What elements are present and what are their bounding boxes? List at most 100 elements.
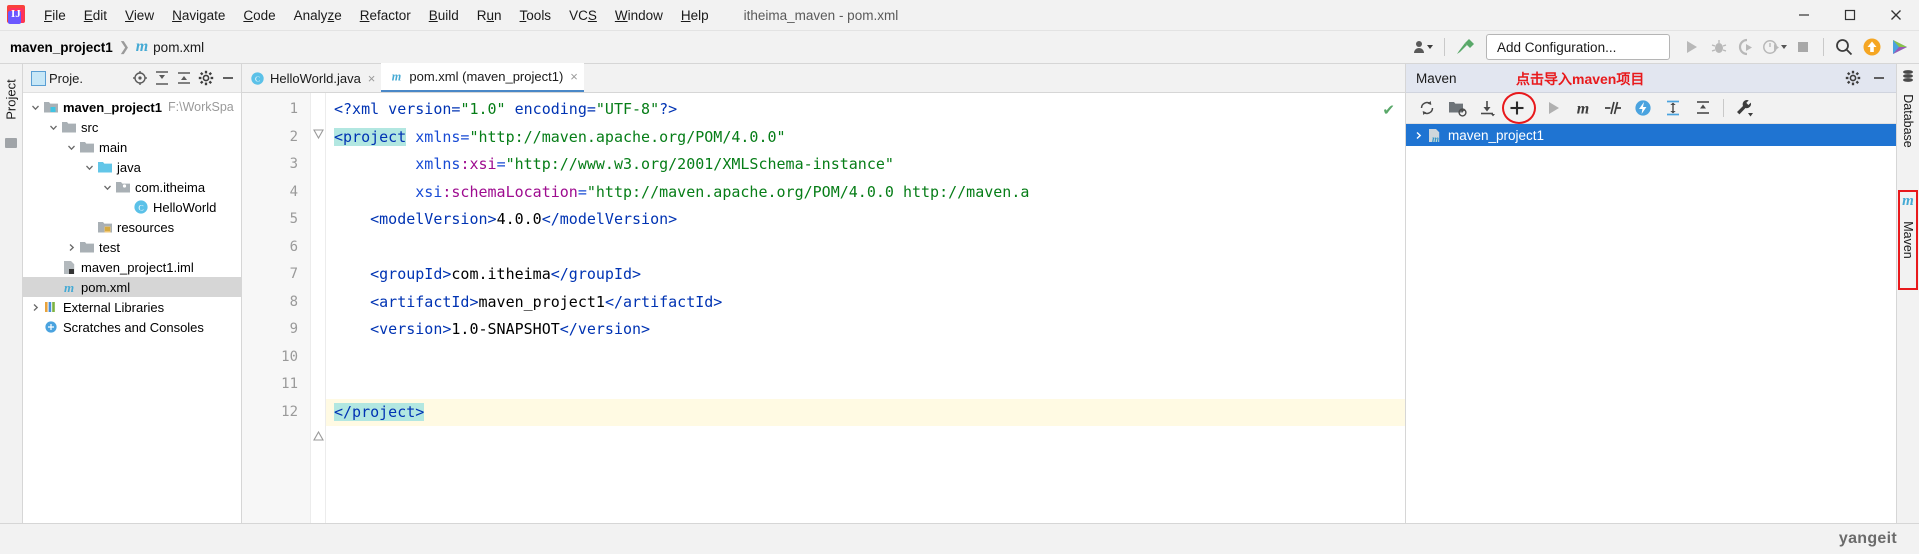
menu-refactor[interactable]: Refactor — [351, 4, 420, 27]
toolbar-actions: Add Configuration... — [1411, 31, 1919, 63]
menu-analyze[interactable]: Analyze — [285, 4, 351, 27]
code-token: xmlns — [334, 155, 461, 173]
toggle-skip-tests-icon[interactable] — [1598, 94, 1628, 122]
sidebar-tab-project[interactable]: Project — [0, 66, 22, 132]
tree-item-src[interactable]: src — [23, 117, 241, 137]
resources-folder-icon — [96, 219, 113, 235]
close-icon[interactable]: × — [570, 69, 578, 84]
toggle-offline-icon[interactable] — [1628, 94, 1658, 122]
menu-window[interactable]: Window — [606, 4, 672, 27]
close-button[interactable] — [1873, 0, 1919, 30]
line-number: 1 — [289, 101, 298, 117]
add-managed-files-icon[interactable] — [1442, 94, 1472, 122]
menu-navigate[interactable]: Navigate — [163, 4, 234, 27]
chevron-down-icon[interactable] — [101, 177, 114, 197]
menu-build[interactable]: Build — [420, 4, 468, 27]
sidebar-tab-maven[interactable]: Maven — [1897, 210, 1919, 270]
run-icon[interactable] — [1538, 94, 1568, 122]
update-project-icon[interactable] — [1859, 34, 1885, 60]
fold-gutter[interactable] — [311, 93, 326, 523]
menu-vcs[interactable]: VCS — [560, 4, 606, 27]
tree-item-external-libraries[interactable]: External Libraries — [23, 297, 241, 317]
tree-item-resources[interactable]: resources — [23, 217, 241, 237]
tree-label: test — [99, 239, 120, 255]
tree-item-com-itheima[interactable]: com.itheima — [23, 177, 241, 197]
maven-tool-window: Maven 点击导入maven项目 m m maven_project1 — [1405, 64, 1896, 523]
fold-close-icon[interactable] — [313, 431, 324, 441]
hide-icon[interactable] — [217, 67, 239, 89]
expand-all-icon[interactable] — [151, 67, 173, 89]
chevron-right-icon[interactable] — [65, 237, 78, 257]
code-token: 1.0-SNAPSHOT — [451, 320, 560, 338]
run-coverage-icon[interactable] — [1734, 34, 1760, 60]
toolbar-divider — [1444, 38, 1445, 56]
sidebar-tab-database[interactable]: Database — [1897, 86, 1919, 156]
breadcrumb-file[interactable]: pom.xml — [153, 40, 204, 55]
database-icon[interactable] — [1897, 68, 1919, 84]
menu-bar: IJ File Edit View Navigate Code Analyze … — [0, 0, 1919, 31]
download-sources-icon[interactable] — [1472, 94, 1502, 122]
project-panel-title[interactable]: Proje. — [49, 71, 83, 86]
menu-tools[interactable]: Tools — [511, 4, 561, 27]
chevron-down-icon[interactable] — [47, 117, 60, 137]
tree-item-main[interactable]: main — [23, 137, 241, 157]
tree-item-test[interactable]: test — [23, 237, 241, 257]
tree-item-scratches-and-consoles[interactable]: Scratches and Consoles — [23, 317, 241, 337]
code-token: <?xml version= — [334, 100, 461, 118]
stop-icon[interactable] — [1790, 34, 1816, 60]
minimize-button[interactable] — [1781, 0, 1827, 30]
gear-icon[interactable] — [1840, 65, 1866, 91]
code-lines[interactable]: <?xml version="1.0" encoding="UTF-8"?> <… — [326, 93, 1405, 523]
search-icon[interactable] — [1831, 34, 1857, 60]
hammer-build-icon[interactable] — [1452, 34, 1478, 60]
gear-icon[interactable] — [195, 67, 217, 89]
chevron-down-icon[interactable] — [29, 97, 42, 117]
chevron-down-icon[interactable] — [65, 137, 78, 157]
menu-view[interactable]: View — [116, 4, 163, 27]
tab-pom-xml[interactable]: m pom.xml (maven_project1) × — [381, 63, 584, 92]
expand-all-icon[interactable] — [1658, 94, 1688, 122]
collapse-all-icon[interactable] — [173, 67, 195, 89]
tab-helloworld-java[interactable]: C HelloWorld.java × — [242, 65, 381, 92]
code-token: = — [577, 182, 587, 201]
menu-code[interactable]: Code — [234, 4, 284, 27]
run-icon[interactable] — [1678, 34, 1704, 60]
tree-item-java[interactable]: java — [23, 157, 241, 177]
chevron-right-icon[interactable] — [1412, 125, 1425, 145]
add-configuration-button[interactable]: Add Configuration... — [1486, 34, 1670, 60]
menu-file[interactable]: File — [35, 4, 75, 27]
maximize-button[interactable] — [1827, 0, 1873, 30]
code-line-5: <modelVersion>4.0.0</modelVersion> — [326, 206, 1405, 234]
maven-tree-item-maven-project1[interactable]: m maven_project1 — [1406, 124, 1896, 146]
collapse-all-icon[interactable] — [1688, 94, 1718, 122]
structure-icon[interactable] — [5, 138, 17, 148]
execute-goal-icon[interactable]: m — [1568, 94, 1598, 122]
reload-all-icon[interactable] — [1412, 94, 1442, 122]
hide-icon[interactable] — [1866, 65, 1892, 91]
debug-icon[interactable] — [1706, 34, 1732, 60]
tree-item-helloworld[interactable]: C HelloWorld — [23, 197, 241, 217]
code-token: ?> — [659, 100, 678, 118]
close-icon[interactable]: × — [368, 71, 376, 86]
fold-open-icon[interactable] — [313, 129, 324, 140]
breadcrumb-project[interactable]: maven_project1 — [10, 40, 113, 55]
ide-assistant-icon[interactable] — [1887, 34, 1913, 60]
right-tool-strip: Database m Maven — [1896, 64, 1919, 523]
menu-help[interactable]: Help — [672, 4, 718, 27]
tree-item-maven-project1[interactable]: maven_project1 F:\WorkSpa — [23, 97, 241, 117]
menu-run[interactable]: Run — [468, 4, 511, 27]
tree-item-iml[interactable]: maven_project1.iml — [23, 257, 241, 277]
settings-wrench-icon[interactable] — [1729, 94, 1759, 122]
chevron-down-icon[interactable] — [83, 157, 96, 177]
locate-icon[interactable] — [129, 67, 151, 89]
inspection-status-icon[interactable]: ✔ — [1382, 101, 1395, 119]
profile-icon[interactable] — [1762, 34, 1788, 60]
tab-label: HelloWorld.java — [270, 71, 361, 86]
menu-edit[interactable]: Edit — [75, 4, 116, 27]
user-dropdown-icon[interactable] — [1411, 34, 1437, 60]
code-editor[interactable]: 1 2 3 4 5 6 7 8 9 10 11 12 <?xml version… — [242, 93, 1405, 523]
code-line-3: xmlns:xsi="http://www.w3.org/2001/XMLSch… — [326, 151, 1405, 179]
tree-item-pom-xml[interactable]: m pom.xml — [23, 277, 241, 297]
chevron-right-icon[interactable] — [29, 297, 42, 317]
